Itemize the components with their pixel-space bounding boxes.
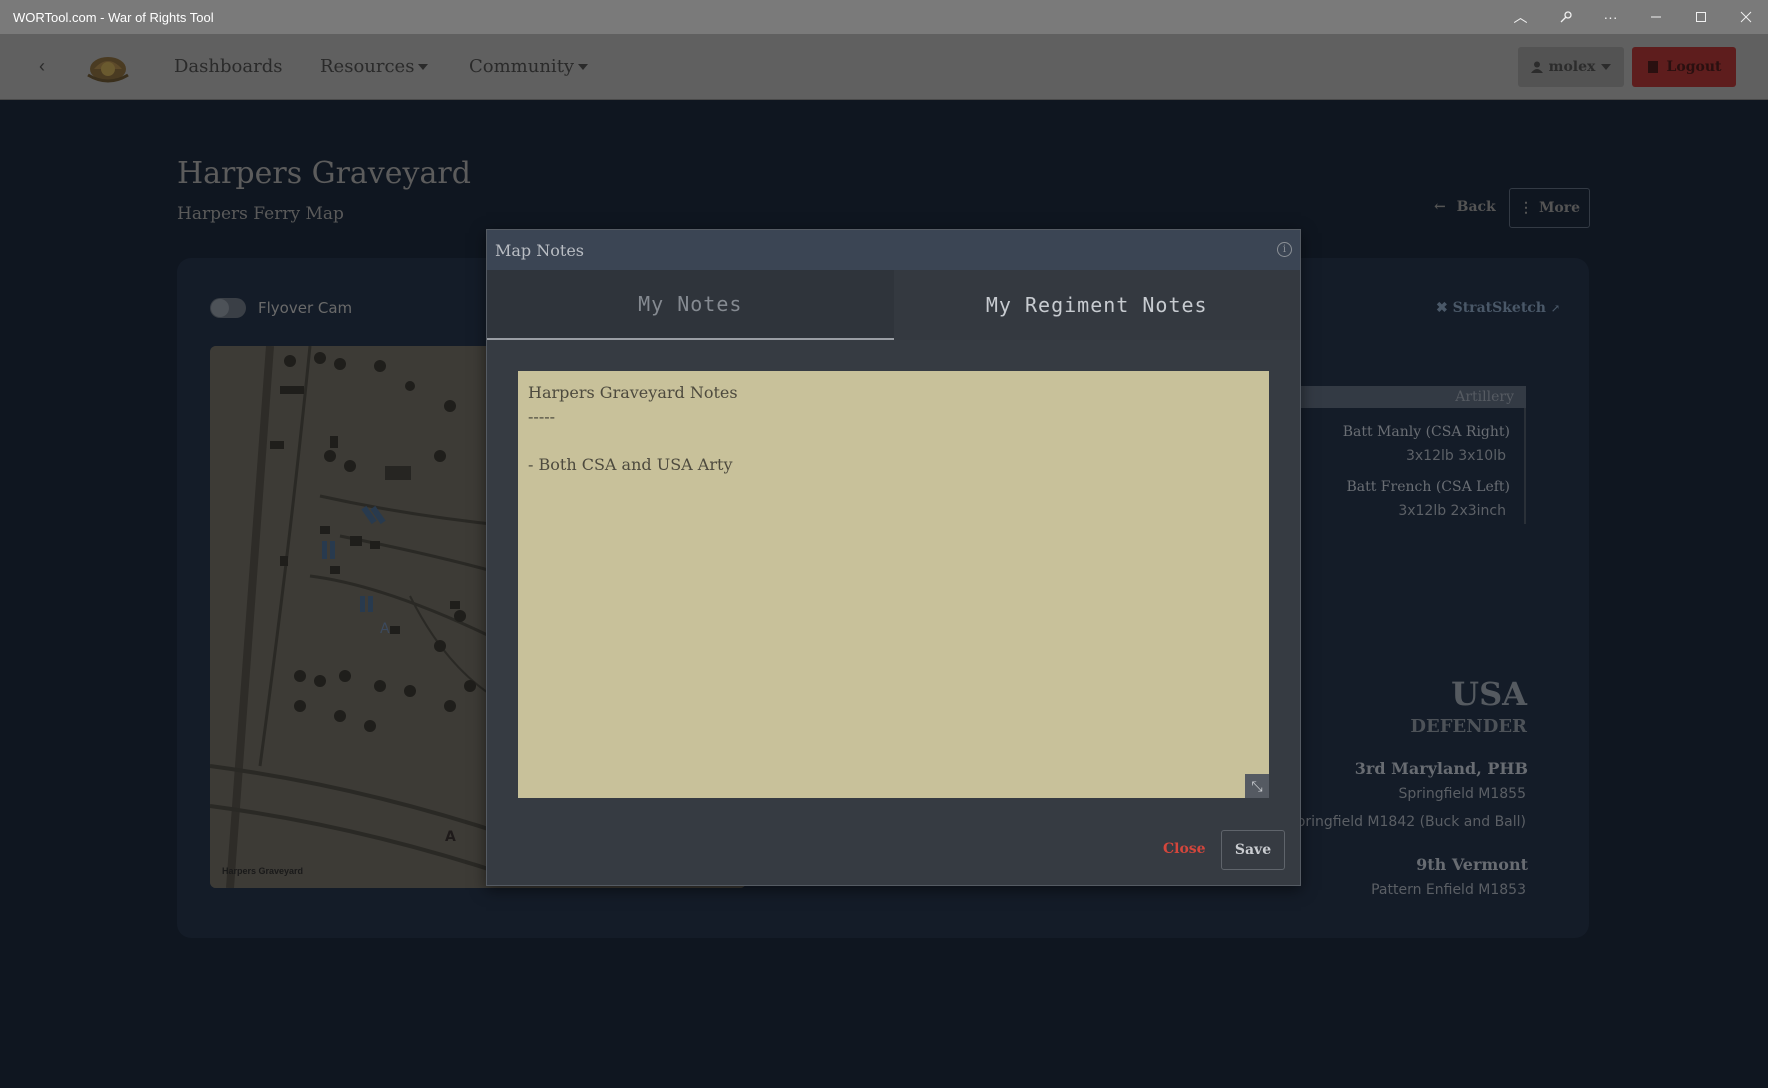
back-label: Back bbox=[1456, 199, 1496, 215]
expand-icon[interactable]: ⤡ bbox=[1245, 774, 1269, 798]
username: molex bbox=[1548, 59, 1596, 75]
window-title: WORTool.com - War of Rights Tool bbox=[13, 9, 214, 25]
artillery-divider bbox=[1524, 408, 1526, 524]
svg-text:A: A bbox=[445, 829, 456, 845]
regiment-weapon: Springfield M1855 bbox=[1398, 786, 1526, 802]
battery-guns: 3x12lb 3x10lb bbox=[1405, 448, 1506, 464]
window-controls: ︿ ··· bbox=[1498, 0, 1768, 34]
close-window-icon[interactable] bbox=[1723, 0, 1768, 34]
logout-button[interactable]: Logout bbox=[1632, 47, 1736, 87]
logout-label: Logout bbox=[1666, 59, 1722, 75]
battery-name: Batt French (CSA Left) bbox=[1346, 479, 1510, 495]
battery-guns: 3x12lb 2x3inch bbox=[1398, 503, 1506, 519]
regiment-name: 3rd Maryland, PHB bbox=[1354, 759, 1528, 778]
faction-role: DEFENDER bbox=[1410, 716, 1527, 737]
regiment-name: 9th Vermont bbox=[1416, 855, 1528, 874]
artillery-header: Artillery bbox=[1300, 386, 1526, 408]
notes-tabs: My Notes My Regiment Notes bbox=[487, 270, 1300, 340]
battery-name: Batt Manly (CSA Right) bbox=[1342, 424, 1510, 440]
nav-dashboards[interactable]: Dashboards bbox=[174, 56, 282, 77]
regiment-weapon: Springfield M1842 (Buck and Ball) bbox=[1287, 814, 1526, 830]
external-link-icon: ↗ bbox=[1550, 302, 1561, 315]
more-button[interactable]: ⋮ More bbox=[1509, 188, 1590, 228]
site-logo[interactable] bbox=[80, 47, 136, 87]
stratsketch-label: StratSketch bbox=[1452, 300, 1546, 316]
map-label: Harpers Graveyard bbox=[222, 866, 304, 876]
toggle-switch[interactable] bbox=[210, 298, 246, 318]
close-button[interactable]: Close bbox=[1163, 841, 1206, 857]
vertical-dots-icon: ⋮ bbox=[1518, 200, 1533, 216]
stratsketch-link[interactable]: ✖ StratSketch ↗ bbox=[1436, 300, 1560, 316]
logout-icon bbox=[1647, 61, 1658, 73]
back-link[interactable]: ← Back bbox=[1434, 199, 1496, 215]
flyover-cam-toggle[interactable]: Flyover Cam bbox=[210, 298, 352, 318]
nav-resources[interactable]: Resources bbox=[320, 56, 429, 77]
caret-down-icon bbox=[1601, 64, 1612, 70]
save-button[interactable]: Save bbox=[1221, 830, 1285, 870]
maximize-icon[interactable] bbox=[1678, 0, 1723, 34]
collapse-icon[interactable]: ︿ bbox=[1498, 0, 1543, 34]
app-navbar: ‹ Dashboards Resources Community molex L… bbox=[0, 34, 1768, 100]
tools-icon: ✖ bbox=[1436, 300, 1448, 316]
flyover-label: Flyover Cam bbox=[258, 299, 353, 317]
arrow-left-icon: ← bbox=[1434, 199, 1446, 215]
info-icon[interactable]: i bbox=[1277, 242, 1292, 257]
caret-down-icon bbox=[418, 64, 429, 70]
more-label: More bbox=[1538, 200, 1581, 216]
window-titlebar: WORTool.com - War of Rights Tool ︿ ··· bbox=[0, 0, 1768, 34]
svg-text:A: A bbox=[380, 621, 390, 637]
modal-header: Map Notes i bbox=[487, 230, 1300, 270]
key-icon[interactable] bbox=[1543, 0, 1588, 34]
user-menu-button[interactable]: molex bbox=[1518, 47, 1624, 87]
page-title: Harpers Graveyard bbox=[177, 156, 471, 191]
faction-name: USA bbox=[1451, 675, 1527, 713]
user-icon bbox=[1530, 61, 1543, 73]
nav-community[interactable]: Community bbox=[469, 56, 589, 77]
tab-my-regiment-notes[interactable]: My Regiment Notes bbox=[893, 270, 1300, 340]
save-label: Save bbox=[1234, 842, 1272, 858]
tab-my-notes[interactable]: My Notes bbox=[487, 270, 894, 340]
modal-title: Map Notes bbox=[495, 240, 584, 260]
map-notes-modal: Map Notes i My Notes My Regiment Notes H… bbox=[486, 229, 1301, 886]
caret-down-icon bbox=[578, 64, 589, 70]
back-arrow-icon[interactable]: ‹ bbox=[30, 54, 54, 78]
minimize-icon[interactable] bbox=[1633, 0, 1678, 34]
regiment-weapon: Pattern Enfield M1853 bbox=[1371, 882, 1526, 898]
notes-textarea[interactable]: Harpers Graveyard Notes ----- - Both CSA… bbox=[518, 371, 1269, 798]
page-subtitle: Harpers Ferry Map bbox=[177, 204, 344, 224]
more-options-icon[interactable]: ··· bbox=[1588, 0, 1633, 34]
